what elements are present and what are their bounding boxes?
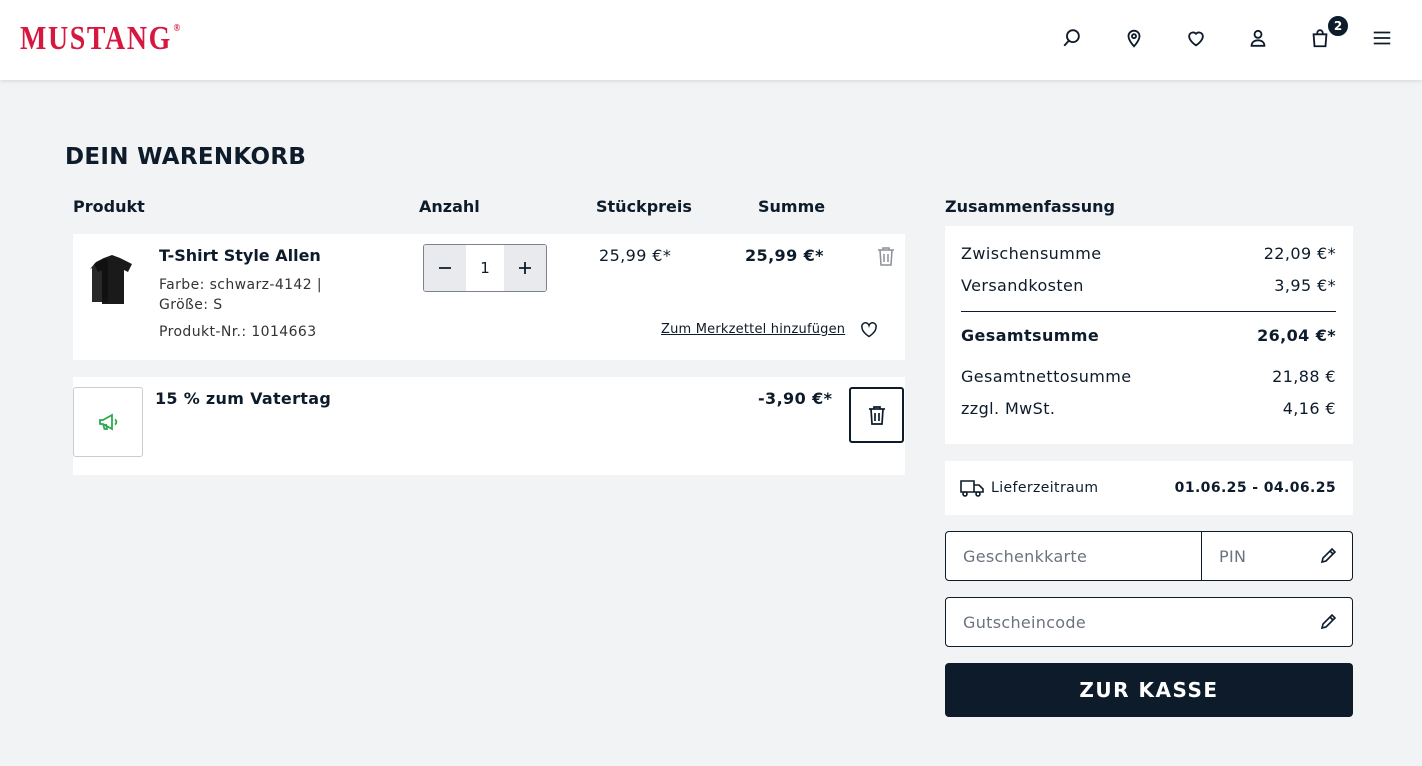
trash-icon [868,406,885,425]
quantity-stepper: 1 [423,244,547,292]
grand-total-label: Gesamtsumme [961,326,1100,345]
logo-registered-mark: ® [173,22,182,34]
increase-quantity-button[interactable] [504,245,546,291]
remove-item-trash-icon[interactable] [877,246,895,266]
column-header-unit-price: Stückpreis [596,197,692,216]
column-header-quantity: Anzahl [419,197,480,216]
column-header-total: Summe [758,197,826,216]
search-icon[interactable] [1058,24,1086,52]
gift-card-input[interactable]: Geschenkkarte [963,547,1087,566]
checkout-button[interactable]: ZUR KASSE [945,663,1353,717]
user-icon[interactable] [1244,24,1272,52]
gift-card-field: Geschenkkarte PIN [945,531,1353,581]
vat-label: zzgl. MwSt. [961,399,1056,418]
heart-icon[interactable] [1182,24,1210,52]
mustang-logo[interactable]: MUSTANG ® [20,20,180,58]
pencil-icon[interactable] [1319,613,1337,631]
vat-row: zzgl. MwSt. 4,16 € [961,399,1336,418]
net-total-row: Gesamtnettosumme 21,88 € [961,367,1336,386]
pencil-icon[interactable] [1319,547,1337,565]
page-title: DEIN WARENKORB [65,144,307,170]
product-number: Produkt-Nr.: 1014663 [159,324,317,340]
product-color: Farbe: schwarz-4142 | [159,277,323,293]
summary-divider [961,311,1336,312]
menu-icon[interactable] [1368,24,1396,52]
decrease-quantity-button[interactable] [424,245,466,291]
product-image[interactable] [90,252,136,306]
plus-icon [519,262,531,274]
remove-promo-button[interactable] [849,387,904,443]
subtotal-value: 22,09 €* [1263,244,1336,263]
promo-amount: -3,90 €* [758,389,833,408]
shipping-label: Versandkosten [961,276,1084,295]
grand-total-value: 26,04 €* [1257,326,1336,345]
grand-total-row: Gesamtsumme 26,04 €* [961,326,1336,345]
delivery-value: 01.06.25 - 04.06.25 [1174,480,1336,496]
location-pin-icon[interactable] [1120,24,1148,52]
item-total: 25,99 €* [745,246,824,265]
site-header: MUSTANG ® 2 [0,0,1422,80]
voucher-input[interactable]: Gutscheincode [963,613,1086,632]
subtotal-row: Zwischensumme 22,09 €* [961,244,1336,263]
gift-card-separator [1201,532,1202,580]
logo-text: MUSTANG [20,20,172,57]
minus-icon [439,267,451,269]
quantity-value[interactable]: 1 [466,245,504,291]
subtotal-label: Zwischensumme [961,244,1102,263]
summary-title: Zusammenfassung [945,197,1115,216]
delivery-label: Lieferzeitraum [991,480,1099,496]
promo-image-box [73,387,143,457]
add-to-wishlist-link[interactable]: Zum Merkzettel hinzufügen [661,322,845,337]
product-size: Größe: S [159,297,223,313]
product-name[interactable]: T-Shirt Style Allen [159,246,321,265]
wishlist-heart-icon[interactable] [860,322,878,338]
unit-price: 25,99 €* [599,246,672,265]
net-total-value: 21,88 € [1272,367,1336,386]
pin-input[interactable]: PIN [1219,547,1246,566]
truck-icon [960,479,984,497]
shipping-value: 3,95 €* [1274,276,1336,295]
megaphone-icon [99,413,118,431]
promo-name: 15 % zum Vatertag [155,389,332,408]
vat-value: 4,16 € [1282,399,1336,418]
voucher-field: Gutscheincode [945,597,1353,647]
net-total-label: Gesamtnettosumme [961,367,1132,386]
cart-count-badge: 2 [1326,14,1350,38]
shipping-row: Versandkosten 3,95 €* [961,276,1336,295]
column-header-product: Produkt [73,197,145,216]
